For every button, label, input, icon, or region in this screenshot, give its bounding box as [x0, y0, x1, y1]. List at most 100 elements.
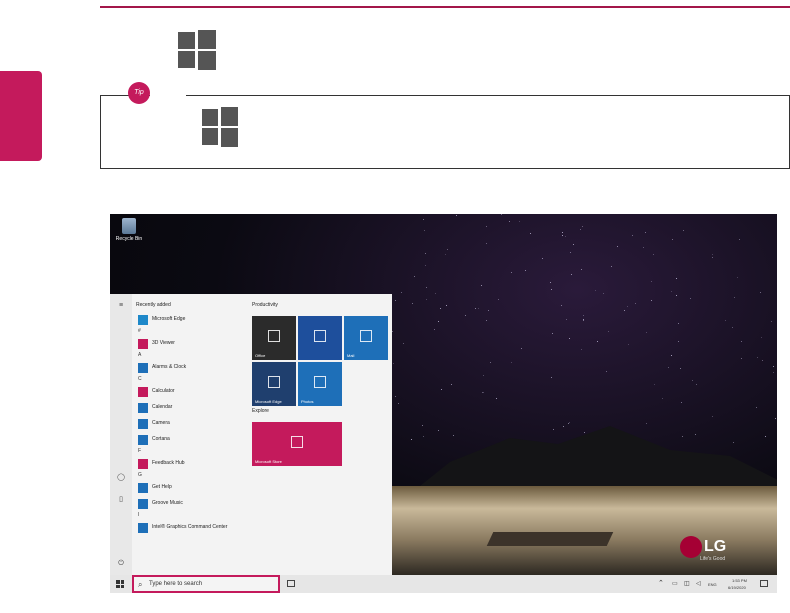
taskbar-search-box[interactable]: ⌕ Type here to search [132, 575, 280, 593]
power-icon[interactable]: ⏻ [117, 560, 125, 568]
app-list-letter[interactable]: A [136, 352, 246, 360]
hamburger-icon[interactable]: ≡ [117, 302, 125, 310]
star [524, 269, 526, 271]
star [403, 342, 405, 344]
star [740, 340, 742, 342]
star [711, 256, 713, 258]
mail-icon [360, 329, 372, 342]
app-list-item[interactable]: Alarms & Clock [136, 360, 246, 376]
store-icon [291, 435, 303, 448]
document-icon[interactable]: ▯ [117, 496, 125, 504]
language-indicator[interactable]: ENG [708, 582, 717, 587]
star [501, 214, 503, 215]
app-list-item[interactable]: 3D Viewer [136, 336, 246, 352]
star [757, 356, 759, 358]
star [423, 230, 425, 232]
star [692, 380, 694, 382]
star [646, 422, 648, 424]
app-list-letter[interactable]: C [136, 376, 246, 384]
start-button[interactable] [116, 580, 124, 588]
star [480, 285, 482, 287]
user-icon[interactable]: ◯ [117, 474, 125, 482]
star [395, 395, 397, 397]
star [401, 291, 403, 293]
app-list-label: 3D Viewer [152, 340, 175, 346]
star [435, 292, 437, 294]
star [569, 337, 571, 339]
star [771, 320, 773, 322]
star [464, 314, 466, 316]
edge-icon [138, 315, 148, 325]
star [561, 232, 563, 234]
star [602, 293, 604, 295]
volume-icon[interactable]: ◁ [696, 580, 701, 587]
tile-mail[interactable]: Mail [344, 316, 388, 360]
star [422, 424, 424, 426]
lg-logo: LG [680, 536, 726, 558]
tile-photos[interactable]: Photos [298, 362, 342, 406]
star [650, 281, 652, 283]
notification-icon[interactable] [760, 580, 768, 587]
star [670, 355, 672, 357]
task-view-icon[interactable] [287, 580, 295, 587]
app-list-item[interactable]: Cortana [136, 432, 246, 448]
app-list-label: Calculator [152, 388, 175, 394]
star [605, 370, 607, 372]
app-list-item[interactable]: Feedback Hub [136, 456, 246, 472]
star [439, 307, 441, 309]
star [426, 298, 428, 300]
office-icon [268, 329, 280, 342]
app-list-label: Get Help [152, 484, 172, 490]
app-list-letter[interactable]: # [136, 328, 246, 336]
star [732, 326, 734, 328]
tile-apps-group[interactable] [298, 316, 342, 360]
app-list-letter[interactable]: I [136, 512, 246, 520]
network-icon[interactable]: ◫ [684, 580, 690, 587]
windows-logo-icon [202, 107, 238, 147]
app-list-label: Calendar [152, 404, 173, 410]
star [477, 307, 479, 309]
app-list-item[interactable]: Intel® Graphics Command Center [136, 520, 246, 536]
app-list-item[interactable]: Groove Music [136, 496, 246, 512]
app-list-label: Groove Music [152, 500, 183, 506]
app-list-letter[interactable]: G [136, 472, 246, 480]
tile-edge[interactable]: Microsoft Edge [252, 362, 296, 406]
star [392, 330, 394, 332]
app-list-letter[interactable]: F [136, 448, 246, 456]
tile-store[interactable]: Microsoft Store [252, 422, 342, 466]
tile-office[interactable]: Office [252, 316, 296, 360]
app-list-item[interactable]: Microsoft Edge [136, 312, 246, 328]
camera-icon [138, 419, 148, 429]
apps-group-icon [314, 329, 326, 342]
star [634, 302, 636, 304]
star [552, 428, 554, 430]
start-rail: ≡ ◯ ▯ ⏻ [110, 294, 132, 575]
battery-icon[interactable]: ▭ [672, 580, 678, 587]
star [762, 360, 764, 362]
desktop-icon-recycle-bin[interactable]: Recycle Bin [114, 218, 144, 242]
tile-label: Microsoft Store [255, 459, 282, 464]
lg-brand-text: LG [704, 538, 727, 555]
star [486, 243, 488, 245]
star [425, 264, 427, 266]
app-list-item[interactable]: Camera [136, 416, 246, 432]
alarm-icon [138, 363, 148, 373]
star [509, 221, 511, 223]
lg-logo-icon [680, 536, 702, 558]
star [581, 269, 583, 271]
tray-chevron-icon[interactable]: ⌃ [658, 579, 664, 587]
star [422, 436, 424, 438]
chapter-tab [0, 71, 42, 161]
star [530, 232, 532, 234]
app-list-item[interactable]: Calendar [136, 400, 246, 416]
star [444, 253, 446, 255]
app-list-item[interactable]: Calculator [136, 384, 246, 400]
clock-date[interactable]: 6/19/2020 [728, 585, 746, 590]
star [668, 367, 670, 369]
app-list-item[interactable]: Get Help [136, 480, 246, 496]
star [411, 302, 413, 304]
clock-time[interactable]: 1:53 PM [732, 578, 747, 583]
star [761, 337, 763, 339]
star [773, 372, 775, 374]
star [626, 306, 628, 308]
